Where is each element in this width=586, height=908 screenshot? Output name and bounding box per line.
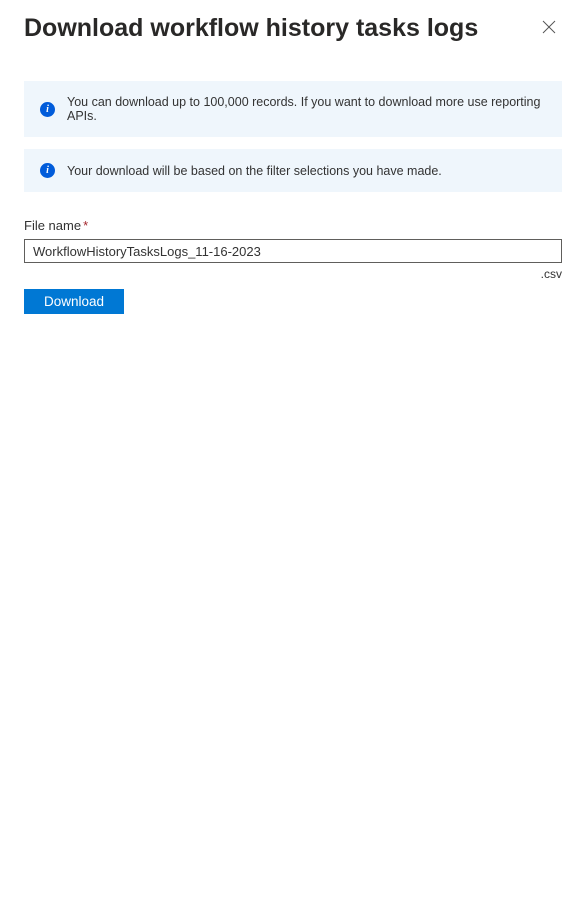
filename-label: File name*: [24, 218, 562, 233]
file-extension: .csv: [541, 267, 562, 281]
download-button[interactable]: Download: [24, 289, 124, 314]
extension-row: .csv: [24, 267, 562, 281]
info-text-records: You can download up to 100,000 records. …: [67, 95, 546, 123]
info-icon: i: [40, 163, 55, 178]
info-text-filter: Your download will be based on the filte…: [67, 164, 442, 178]
download-panel: Download workflow history tasks logs i Y…: [0, 0, 586, 328]
close-button[interactable]: [536, 14, 562, 43]
required-indicator: *: [83, 218, 88, 233]
close-icon: [542, 20, 556, 37]
info-banner-filter: i Your download will be based on the fil…: [24, 149, 562, 192]
info-banner-records: i You can download up to 100,000 records…: [24, 81, 562, 137]
info-icon: i: [40, 102, 55, 117]
form-section: File name* .csv Download: [24, 218, 562, 314]
filename-input[interactable]: [24, 239, 562, 263]
panel-header: Download workflow history tasks logs: [24, 14, 562, 43]
panel-title: Download workflow history tasks logs: [24, 14, 478, 43]
